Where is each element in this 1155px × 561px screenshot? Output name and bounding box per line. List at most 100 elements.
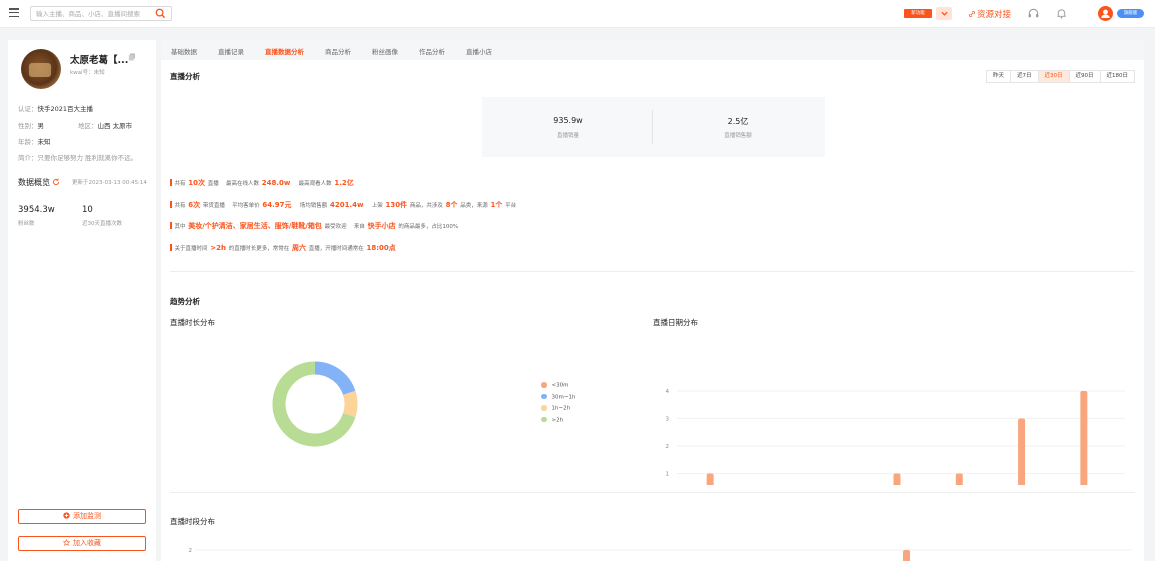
bell-icon[interactable]: [1055, 7, 1068, 20]
insight-marker: [170, 222, 172, 229]
summary-box: 935.9w 直播销量 2.5亿 直播销售额: [482, 97, 825, 157]
date-bar[interactable]: [893, 473, 901, 486]
insight-highlight: 快手小店: [367, 222, 396, 230]
insight-highlight: 130件: [385, 201, 408, 209]
insight-highlight: 1个: [490, 201, 503, 209]
slot-bar-chart: 2: [189, 548, 1132, 561]
summary-sales-amount: 2.5亿: [727, 117, 749, 126]
resource-link-label: 资源对接: [977, 10, 1012, 20]
insight-line-1: 共有 10次 直播 最高在线人数 248.0w 最高观看人数 1.2亿: [170, 178, 355, 188]
y-tick-label: 2: [189, 548, 193, 554]
menu-icon[interactable]: [9, 8, 19, 18]
update-time: 更新于2023-03-13 00:45:14: [72, 180, 147, 186]
insight-text: 的商品最多，占比100%: [396, 224, 459, 230]
region-row: 地区：山西 太原市: [78, 120, 132, 130]
tab-live-records[interactable]: 直播记录: [218, 46, 244, 56]
date-bar[interactable]: [706, 473, 714, 486]
cert-label: 认证：: [18, 105, 38, 113]
range-30d[interactable]: 近30日: [1037, 71, 1069, 82]
headset-icon[interactable]: [1027, 7, 1040, 20]
main-panel: 基础数据 直播记录 直播数据分析 商品分析 粉丝画像 作品分析 直播小店 直播分…: [161, 40, 1144, 561]
tab-basic-data[interactable]: 基础数据: [171, 46, 197, 56]
stat-live-count-label: 近30天直播次数: [82, 221, 122, 227]
insight-highlight: 18:00点: [366, 244, 396, 252]
summary-divider: [652, 110, 653, 144]
date-bar[interactable]: [1080, 391, 1088, 485]
region-value: 山西 太原市: [97, 122, 133, 130]
legend-label: 1h~2h: [551, 405, 571, 412]
overview-title-label: 数据概览: [18, 178, 50, 187]
trend-title: 趋势分析: [170, 297, 200, 306]
range-yesterday[interactable]: 昨天: [987, 71, 1010, 82]
insight-highlight: 8个: [445, 201, 458, 209]
add-favorite-button[interactable]: 加入收藏: [18, 536, 146, 551]
insight-text: 的直播时长更多，常常在: [226, 246, 291, 252]
legend-label: 30m~1h: [551, 394, 576, 400]
kwai-id: kwai号：未知: [70, 70, 105, 76]
refresh-icon[interactable]: [52, 178, 60, 186]
slot-bar[interactable]: [903, 550, 910, 561]
new-feature-badge[interactable]: 新功能: [904, 9, 932, 18]
add-favorite-label: 加入收藏: [73, 539, 101, 547]
divider: [170, 492, 1135, 493]
tab-live-shop[interactable]: 直播小店: [466, 46, 492, 56]
anchor-name: 太原老葛【...: [70, 55, 129, 66]
insight-highlight: 4201.4w: [330, 201, 364, 209]
insight-text: 共有: [174, 181, 188, 187]
tab-live-analysis[interactable]: 直播数据分析: [265, 46, 304, 56]
chevron-down-icon[interactable]: [936, 7, 952, 20]
resource-link[interactable]: 资源对接: [968, 8, 1011, 20]
insight-highlight: 6次: [188, 201, 201, 209]
search-icon[interactable]: [155, 7, 169, 20]
anchor-avatar: [21, 49, 61, 89]
donut-slice[interactable]: [314, 361, 356, 396]
duration-chart-title: 直播时长分布: [170, 318, 215, 327]
insight-line-3: 其中 美妆/个护清洁、家居生活、服饰/鞋靴/箱包 最受欢迎 来自 快手小店 的商…: [170, 221, 459, 231]
range-7d[interactable]: 近7日: [1010, 71, 1038, 82]
insight-highlight: 248.0w: [261, 179, 291, 187]
tab-product-analysis[interactable]: 商品分析: [325, 46, 351, 56]
add-monitor-button[interactable]: 添加监测: [18, 509, 146, 524]
tab-works-analysis[interactable]: 作品分析: [419, 46, 445, 56]
y-tick-label: 1: [666, 472, 670, 478]
tab-fans-profile[interactable]: 粉丝画像: [372, 46, 398, 56]
date-bar[interactable]: [955, 473, 963, 486]
star-icon: [62, 538, 71, 546]
legend-item[interactable]: 30m~1h: [541, 393, 576, 406]
legend-swatch: [541, 382, 547, 388]
duration-donut-chart: [272, 361, 358, 447]
copy-icon[interactable]: [128, 53, 136, 61]
insight-highlight: 64.97元: [262, 201, 292, 209]
legend-item[interactable]: >2h: [541, 416, 575, 429]
insight-text: 商品，共涉及: [408, 203, 445, 209]
anchor-profile-sidebar: 太原老葛【... kwai号：未知 认证：快手2021百大主播 性别：男 地区：…: [8, 40, 156, 561]
gender-row: 性别：男: [18, 120, 44, 130]
range-90d[interactable]: 近90日: [1068, 71, 1100, 82]
search-box: [30, 6, 172, 21]
date-bar-chart: 01234周日周一周二周三周四周五周六: [666, 389, 1125, 486]
insight-line-2: 共有 6次 带货直播 平均客单价 64.97元 场均销售额 4201.4w 上架…: [170, 200, 517, 210]
insight-text: 直播，开播时间通常在: [306, 246, 366, 252]
insight-marker: [170, 244, 172, 251]
insight-highlight: 周六: [291, 244, 306, 252]
tab-bar: 基础数据 直播记录 直播数据分析 商品分析 粉丝画像 作品分析 直播小店: [161, 40, 1144, 60]
membership-badge[interactable]: 旗舰版: [1117, 9, 1144, 18]
legend-label: >2h: [551, 417, 564, 423]
insight-text: 平台: [503, 203, 517, 209]
link-icon: [969, 11, 975, 17]
range-180d[interactable]: 近180日: [1099, 71, 1135, 82]
user-avatar-icon[interactable]: [1098, 6, 1113, 21]
donut-slice[interactable]: [342, 390, 358, 418]
slot-chart-title: 直播时段分布: [170, 517, 215, 526]
legend-label: <30m: [551, 382, 569, 389]
date-bar[interactable]: [1018, 418, 1026, 486]
summary-sales-volume-label: 直播销量: [556, 133, 579, 139]
summary-sales-amount-label: 直播销售额: [724, 133, 752, 139]
insight-text: 场均销售额: [292, 203, 330, 209]
search-input[interactable]: [31, 7, 147, 20]
y-tick-label: 3: [666, 417, 670, 423]
legend-item[interactable]: <30m: [541, 382, 575, 394]
legend-item[interactable]: 1h~2h: [541, 405, 575, 417]
insight-text: 最受欢迎 来自: [322, 224, 367, 230]
insight-marker: [170, 201, 172, 208]
